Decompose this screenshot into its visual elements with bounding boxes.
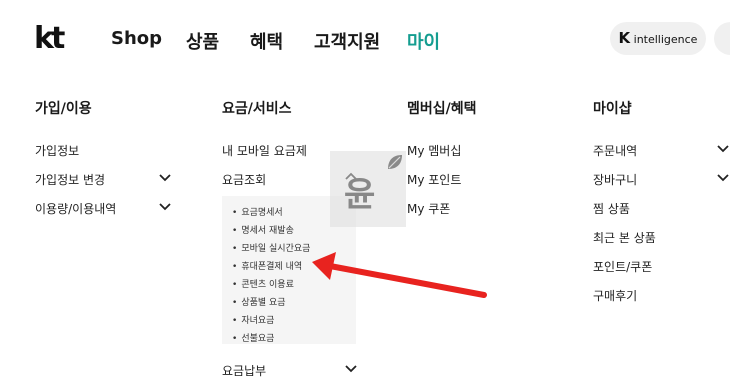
annotation-arrow-icon — [312, 252, 487, 298]
